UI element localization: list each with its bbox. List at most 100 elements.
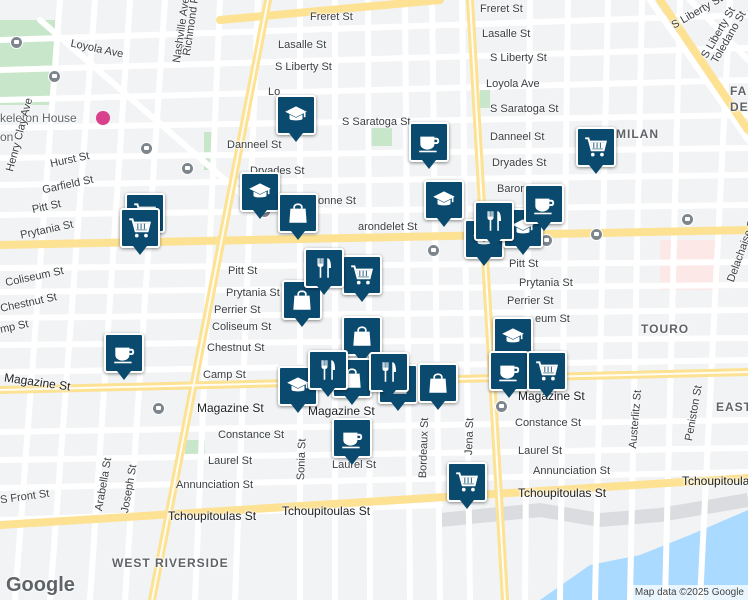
street-label: Constance St	[218, 429, 285, 441]
park	[0, 20, 55, 105]
street-label: S Saratoga St	[342, 116, 411, 128]
map-marker-restaurant[interactable]	[308, 350, 348, 397]
map-marker-bag[interactable]	[342, 316, 382, 363]
street-label: Jena St	[463, 417, 477, 456]
area-label-touro: TOURO	[641, 322, 690, 336]
school-icon	[283, 102, 309, 128]
street-label: Lasalle St	[278, 39, 327, 51]
map-attribution[interactable]: Map data ©2025 Google	[630, 585, 748, 600]
landmark-icon[interactable]	[96, 111, 110, 125]
bag-icon	[285, 200, 311, 226]
area-label-de: DE	[730, 100, 748, 114]
street-label: Lasalle St	[482, 28, 531, 40]
street-label: Freret St	[480, 3, 523, 15]
poi-label-house: keleton House	[0, 111, 77, 125]
map-marker-cart[interactable]	[342, 255, 382, 302]
park	[480, 88, 490, 108]
street-label: Camp St	[203, 369, 246, 381]
map-marker-school[interactable]	[276, 95, 316, 142]
street-label: Tchoupitoulas	[682, 474, 748, 488]
cafe-icon	[339, 425, 365, 451]
bus-stop-icon[interactable]	[152, 402, 165, 415]
bus-stop-icon[interactable]	[495, 400, 508, 413]
map-marker-restaurant[interactable]	[474, 201, 514, 248]
map-marker-cart[interactable]	[447, 462, 487, 509]
street-label: Prytania St	[226, 287, 280, 299]
cafe-icon	[416, 129, 442, 155]
area-label-milan: MILAN	[616, 127, 659, 141]
bag-icon	[425, 370, 451, 396]
bus-stop-icon[interactable]	[10, 36, 23, 49]
map-canvas[interactable]: MILAN TOURO EAST WEST RIVERSIDE FA DE ke…	[0, 0, 748, 600]
street-label: Magazine St	[197, 401, 264, 415]
street-label: Tchoupitoulas St	[168, 509, 257, 523]
bag-icon	[349, 323, 375, 349]
street-label: S Liberty St	[490, 52, 547, 64]
map-marker-school[interactable]	[240, 172, 280, 219]
bus-stop-icon[interactable]	[590, 228, 603, 241]
street-label: arondelet St	[358, 221, 418, 233]
street-label: Danneel St	[227, 139, 282, 151]
map-marker-restaurant[interactable]	[304, 248, 344, 295]
area-label-west-riverside: WEST RIVERSIDE	[112, 556, 229, 570]
street-label: Constance St	[515, 417, 582, 429]
street-label: Coliseum St	[212, 321, 272, 333]
street-label: Danneel St	[490, 131, 545, 143]
street-label: Tchoupitoulas St	[282, 504, 371, 518]
street-label: Laurel St	[518, 445, 563, 457]
map-marker-restaurant[interactable]	[369, 352, 409, 399]
map-marker-cafe[interactable]	[489, 351, 529, 398]
area-label-east: EAST	[716, 400, 748, 414]
school-icon	[431, 187, 457, 213]
street-label: Bordeaux St	[417, 417, 432, 479]
street-label: Tchoupitoulas St	[518, 486, 607, 500]
street-label: Perrier St	[214, 304, 261, 316]
bus-stop-icon[interactable]	[427, 244, 440, 257]
cart-icon	[454, 469, 480, 495]
cart-icon	[349, 262, 375, 288]
street-label: Dryades St	[492, 157, 547, 169]
restaurant-icon	[311, 255, 337, 281]
map-marker-bag[interactable]	[418, 363, 458, 410]
cafe-icon	[496, 358, 522, 384]
street-label: Pitt St	[509, 258, 539, 270]
street-label: Sonia St	[295, 438, 309, 481]
map-marker-cafe[interactable]	[409, 122, 449, 169]
park	[370, 128, 392, 146]
street-label: eum St	[535, 313, 570, 325]
cart-icon	[127, 215, 153, 241]
street-label: Prytania St	[519, 277, 573, 289]
map-marker-cafe[interactable]	[332, 418, 372, 465]
school-icon	[500, 324, 526, 350]
street-label: onne St	[318, 195, 356, 207]
bus-stop-icon[interactable]	[681, 213, 694, 226]
street-label: Annunciation St	[533, 465, 611, 477]
street-label: S Saratoga St	[490, 103, 559, 115]
map-marker-school[interactable]	[424, 180, 464, 227]
bus-stop-icon[interactable]	[140, 142, 153, 155]
street-label: Chestnut St	[207, 342, 265, 354]
street-label: Magazine St	[308, 404, 375, 418]
map-marker-cart[interactable]	[120, 208, 160, 255]
map-marker-bag[interactable]	[278, 193, 318, 240]
street-label: Laurel St	[208, 455, 253, 467]
map-marker-cafe[interactable]	[524, 184, 564, 231]
restaurant-icon	[315, 357, 341, 383]
bus-stop-icon[interactable]	[48, 70, 61, 83]
bus-stop-icon[interactable]	[181, 162, 194, 175]
street-label: Pitt St	[228, 265, 258, 277]
map-marker-cart[interactable]	[527, 351, 567, 398]
google-logo: Google	[6, 574, 75, 596]
street-label: Loyola Ave	[486, 78, 540, 90]
street-label: Annunciation St	[176, 479, 254, 491]
bag-icon	[289, 287, 315, 313]
school-icon	[247, 179, 273, 205]
cafe-icon	[111, 340, 137, 366]
cart-icon	[534, 358, 560, 384]
road-network	[0, 0, 748, 600]
map-marker-cafe[interactable]	[104, 333, 144, 380]
street-label: Baron	[497, 183, 527, 195]
cafe-icon	[531, 191, 557, 217]
restaurant-icon	[376, 359, 402, 385]
map-marker-cart[interactable]	[576, 127, 616, 174]
